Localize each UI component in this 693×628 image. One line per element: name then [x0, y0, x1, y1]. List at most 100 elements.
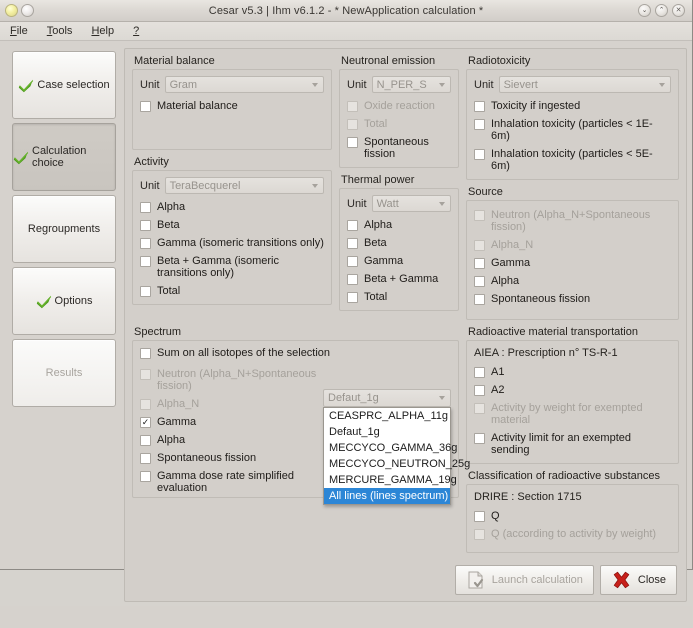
chevron-down-icon [439, 82, 445, 87]
checkbox-toxicity-if-ingested[interactable]: Toxicity if ingested [474, 100, 671, 112]
group-title-spectrum: Spectrum [134, 326, 182, 338]
dropdown-option-meccyco-neutron-25g[interactable]: MECCYCO_NEUTRON_25g [324, 456, 470, 472]
checkbox-total: Total [347, 118, 451, 130]
spectrum-dropdown-list[interactable]: CEASPRC_ALPHA_11g Defaut_1g MECCYCO_GAMMA_… [323, 407, 470, 505]
checkbox-gamma-dose-rate-simplified-evaluation[interactable]: Gamma dose rate simplified evaluation [140, 470, 323, 494]
checkbox-inhalation-toxicity-particles-1e-6m[interactable]: Inhalation toxicity (particles < 1E-6m) [474, 118, 671, 142]
maximize-icon[interactable]: ⌃ [655, 4, 668, 17]
sidebar-item-label: Calculation choice [32, 145, 87, 169]
checkbox-label: Oxide reaction [364, 100, 435, 112]
unit-combo-radiotoxicity[interactable]: Sievert [498, 76, 671, 93]
checkbox-label: Q (according to activity by weight) [491, 528, 657, 540]
column-right-bottom: Radioactive material transportation AIEA… [466, 326, 679, 559]
unit-combo-thermal-power[interactable]: Watt [371, 195, 451, 212]
minimize-icon[interactable]: ⌄ [638, 4, 651, 17]
checkbox-alpha[interactable]: Alpha [474, 275, 671, 287]
checkbox-spontaneous-fission[interactable]: Spontaneous fission [474, 293, 671, 305]
checkbox-gamma[interactable]: Gamma [474, 257, 671, 269]
unit-row-thermal-power: Unit Watt [347, 195, 451, 212]
checkbox-gamma-isomeric-transitions-only[interactable]: Gamma (isomeric transitions only) [140, 237, 324, 249]
checkbox-box [474, 257, 485, 269]
sidebar-item-regroupments[interactable]: Regroupments [12, 195, 116, 263]
sidebar-item-options[interactable]: Options [12, 267, 116, 335]
classification-note: DRIRE : Section 1715 [474, 491, 582, 503]
checkbox-label: Spontaneous fission [364, 136, 429, 160]
unit-row-radiotoxicity: Unit Sievert [474, 76, 671, 93]
window-shade-icon[interactable] [21, 4, 34, 17]
checkbox-box [474, 384, 485, 396]
group-thermal-power: Thermal power Unit Watt Alpha Beta Gamma Be… [339, 174, 459, 311]
checkbox-label: Gamma (isomeric transitions only) [157, 237, 324, 249]
checkbox-beta[interactable]: Beta [347, 237, 451, 249]
dropdown-option-all-lines-lines-spectrum[interactable]: All lines (lines spectrum) [324, 488, 450, 504]
spectrum-combo[interactable]: Defaut_1g [323, 389, 451, 407]
action-buttons: Launch calculation Close [132, 559, 679, 597]
window-icon[interactable] [5, 4, 18, 17]
unit-combo-value-neutronal-emission: N_PER_S [376, 78, 427, 91]
checkbox-alpha[interactable]: Alpha [347, 219, 451, 231]
checkbox-box [474, 432, 485, 444]
unit-row-material-balance: Unit Gram [140, 76, 324, 93]
dropdown-option-ceasprc-alpha-11g[interactable]: CEASPRC_ALPHA_11g [324, 408, 450, 424]
checkbox-sum-on-all-isotopes[interactable]: Sum on all isotopes of the selection [140, 347, 451, 359]
column-right: Radiotoxicity Unit Sievert Toxicity if i… [466, 55, 679, 326]
title-bar: Cesar v5.3 | Ihm v6.1.2 - * NewApplicati… [0, 0, 692, 22]
dropdown-option-mercure-gamma-19g[interactable]: MERCURE_GAMMA_19g [324, 472, 457, 488]
checkbox-a1[interactable]: A1 [474, 366, 671, 378]
checkbox-total[interactable]: Total [140, 285, 324, 297]
unit-label-neutronal-emission: Unit [347, 78, 367, 91]
menu-item-[interactable]: ? [130, 24, 142, 38]
checkbox-label: Alpha [157, 434, 186, 446]
checkbox-neutron-alpha-n-spontaneous-fission: Neutron (Alpha_N+Spontaneous fission) [474, 209, 671, 233]
checkbox-alpha[interactable]: Alpha [140, 434, 323, 446]
sidebar-item-case-selection[interactable]: Case selection [12, 51, 116, 119]
checkbox-q[interactable]: Q [474, 510, 671, 522]
checkbox-label: Beta [157, 219, 180, 231]
close-icon[interactable]: ✕ [672, 4, 685, 17]
dropdown-option-meccyco-gamma-36g[interactable]: MECCYCO_GAMMA_36g [324, 440, 457, 456]
unit-combo-value-thermal-power: Watt [376, 197, 399, 210]
checkbox-box [140, 398, 151, 410]
checkbox-list-transportation: A1 A2 Activity by weight for exempted mate… [474, 366, 671, 456]
checkbox-beta[interactable]: Beta [140, 219, 324, 231]
checkbox-beta-gamma-isomeric-transitions-only[interactable]: Beta + Gamma (isomeric transitions only) [140, 255, 324, 279]
group-radioactive-material-transportation: Radioactive material transportation AIEA… [466, 326, 679, 464]
menu-bar: File Tools Help? [0, 22, 692, 41]
column-spectrum: Spectrum Sum on all isotopes of the sele… [132, 326, 470, 559]
checkbox-box [347, 100, 358, 112]
checkbox-box [347, 136, 358, 148]
checkbox-list-thermal-power: Alpha Beta Gamma Beta + Gamma Total [347, 219, 451, 303]
unit-combo-activity[interactable]: TeraBecquerel [164, 177, 324, 194]
checkbox-beta-gamma[interactable]: Beta + Gamma [347, 273, 451, 285]
menu-item-tools[interactable]: Tools [44, 24, 76, 38]
unit-label-radiotoxicity: Unit [474, 78, 494, 91]
sidebar-item-calculation-choice[interactable]: Calculation choice [12, 123, 116, 191]
checkbox-spontaneous-fission[interactable]: Spontaneous fission [140, 452, 323, 464]
sidebar: Case selection Calculation choice Regroupm… [4, 45, 120, 602]
checkbox-total[interactable]: Total [347, 291, 451, 303]
checkbox-list-spectrum: Neutron (Alpha_N+Spontaneous fission) Alp… [140, 368, 323, 494]
checkbox-a2[interactable]: A2 [474, 384, 671, 396]
checkbox-box [140, 100, 151, 112]
checkbox-box [474, 366, 485, 378]
menu-item-help[interactable]: Help [88, 24, 117, 38]
checkbox-box [140, 470, 151, 482]
checkbox-material-balance[interactable]: Material balance [140, 100, 324, 112]
dropdown-option-defaut-1g[interactable]: Defaut_1g [324, 424, 450, 440]
unit-combo-material-balance[interactable]: Gram [164, 76, 324, 93]
checkbox-label: Neutron (Alpha_N+Spontaneous fission) [491, 209, 651, 233]
checkbox-gamma[interactable]: Gamma [347, 255, 451, 267]
unit-combo-neutronal-emission[interactable]: N_PER_S [371, 76, 451, 93]
checkbox-spontaneous-fission[interactable]: Spontaneous fission [347, 136, 451, 160]
checkbox-activity-limit-for-an-exempted-sending[interactable]: Activity limit for an exempted sending [474, 432, 671, 456]
spectrum-combo-value: Defaut_1g [328, 392, 379, 404]
checkbox-label: Inhalation toxicity (particles < 1E-6m) [491, 118, 653, 142]
menu-item-file[interactable]: File [7, 24, 31, 38]
unit-row-activity: Unit TeraBecquerel [140, 177, 324, 194]
checkbox-inhalation-toxicity-particles-5e-6m[interactable]: Inhalation toxicity (particles < 5E-6m) [474, 148, 671, 172]
checkbox-alpha[interactable]: Alpha [140, 201, 324, 213]
checkbox-alpha-n: Alpha_N [140, 398, 323, 410]
checkbox-box [474, 275, 485, 287]
spectrum-combo-area: Defaut_1g CEASPRC_ALPHA_11g Defaut_1g MECC… [323, 368, 470, 505]
checkbox-gamma[interactable]: ✓ Gamma [140, 416, 323, 428]
